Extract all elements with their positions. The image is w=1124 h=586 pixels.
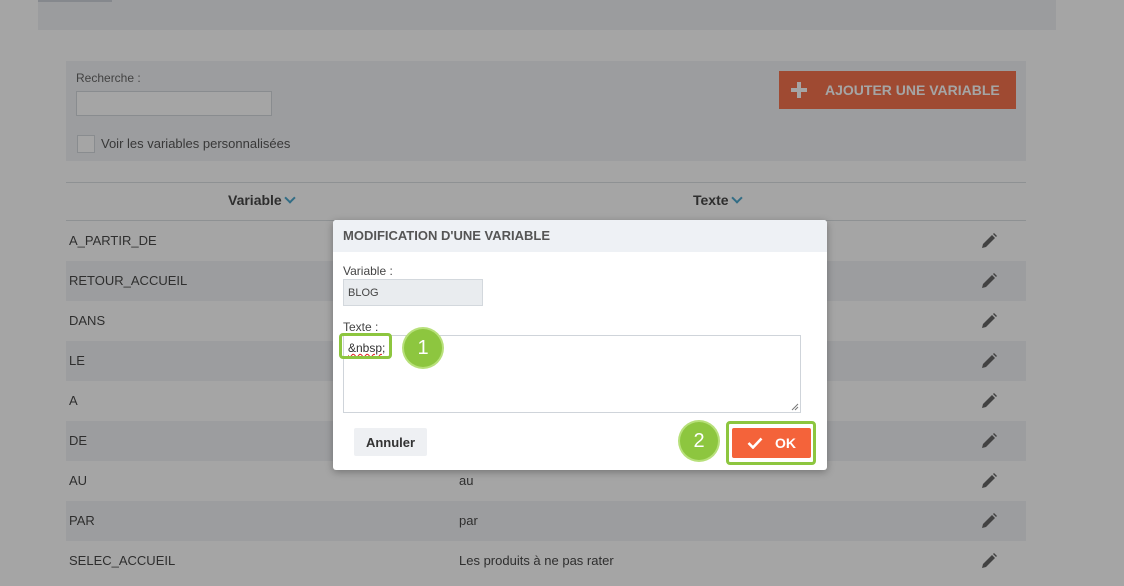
edit-variable-modal: MODIFICATION D'UNE VARIABLE Variable : B… — [333, 220, 827, 470]
check-icon — [747, 437, 763, 449]
annotation-badge-1: 1 — [404, 329, 442, 367]
modal-header: MODIFICATION D'UNE VARIABLE — [333, 220, 827, 252]
annotation-highlight-1 — [339, 333, 392, 359]
ok-label: OK — [775, 435, 796, 451]
resize-grip-icon[interactable] — [791, 403, 799, 411]
variable-field-label: Variable : — [343, 264, 393, 278]
modal-title: MODIFICATION D'UNE VARIABLE — [343, 228, 550, 243]
annotation-badge-2: 2 — [680, 422, 718, 460]
cancel-button[interactable]: Annuler — [354, 428, 427, 456]
texte-field-label: Texte : — [343, 320, 379, 334]
ok-button[interactable]: OK — [732, 428, 811, 458]
variable-field: BLOG — [343, 279, 483, 306]
